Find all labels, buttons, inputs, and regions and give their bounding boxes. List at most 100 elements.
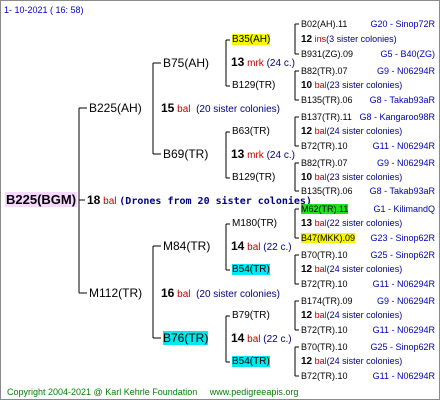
gen4-info-6: 12 bal(24 sister colonies)	[301, 263, 402, 276]
gen4-info-7: 12 bal(24 sister colonies)	[301, 309, 402, 322]
gen4-mark: ins	[314, 34, 327, 44]
gen4-mark: bal	[314, 80, 327, 90]
gen3-sister-count: (24 c.)	[266, 150, 295, 161]
gen4-mark: bal	[314, 264, 327, 274]
gen5-queen-10-name: B47(MKK).09	[301, 233, 356, 243]
gen4-info-3: 12 bal(24 sister colonies)	[301, 125, 402, 138]
gen4-number: 12	[301, 126, 313, 137]
gen5-queen-13[interactable]: B174(TR).09	[301, 295, 353, 308]
footer-site-link[interactable]: www.pedigreeapis.org	[210, 387, 299, 397]
gen4-mark: bal	[314, 172, 327, 182]
gen4-queen-1[interactable]: B35(AH)	[232, 33, 271, 46]
gen5-queen-1[interactable]: B02(AH).11	[301, 18, 347, 31]
gen4-info-8: 12 bal(24 sister colonies)	[301, 355, 402, 368]
gen4-queen-1-name: B35(AH)	[232, 34, 271, 45]
gen5-queen-3[interactable]: B82(TR).07	[301, 65, 348, 78]
gen5-colony-12: G11 - N06294R	[372, 279, 435, 289]
gen2-queen-1[interactable]: B225(AH)	[89, 102, 142, 115]
gen4-sister-colonies: (24 sister colonies)	[326, 356, 403, 366]
gen3-mark: mrk	[247, 58, 264, 69]
gen5-queen-15[interactable]: B70(TR).10	[301, 341, 348, 354]
gen5-queen-14[interactable]: B72(TR).10	[301, 324, 348, 337]
gen4-mark: bal	[314, 310, 327, 320]
gen4-queen-7[interactable]: B79(TR)	[232, 309, 270, 322]
gen4-sister-colonies: (24 sister colonies)	[326, 126, 403, 136]
gen4-number: 12	[301, 264, 313, 275]
gen2-info-2: 16 bal (20 sister colonies)	[161, 287, 280, 301]
gen5-colony-9: G1 - KilimandQ	[373, 204, 435, 214]
gen4-number: 12	[301, 356, 313, 367]
gen4-mark: bal	[314, 218, 327, 228]
gen2-sister-colonies: (20 sister colonies)	[196, 104, 280, 115]
footer-copyright: Copyright 2004-2021 @ Karl Kehrle Founda…	[7, 387, 198, 397]
gen4-queen-5[interactable]: M180(TR)	[232, 217, 277, 230]
gen2-bal-mark: bal	[177, 104, 191, 115]
gen3-queen-4[interactable]: B76(TR)	[163, 331, 209, 345]
gen4-queen-2[interactable]: B129(TR)	[232, 79, 275, 92]
gen3-mark: mrk	[247, 150, 264, 161]
pedigree-frame: 1- 10-2021 ( 16: 58) B225(BGM) 18 bal (D…	[0, 0, 440, 400]
gen5-queen-9-name: M62(TR).11	[301, 204, 349, 214]
gen4-queen-8-name: B54(TR)	[232, 356, 270, 367]
gen3-mark: bal	[247, 242, 261, 253]
gen4-info-4: 10 bal(23 sister colonies)	[301, 171, 402, 184]
gen4-number: 10	[301, 172, 313, 183]
gen5-colony-16: G11 - N06294R	[372, 371, 435, 381]
gen4-sister-colonies: (22 sister colonies)	[326, 218, 403, 228]
gen2-number: 15	[161, 101, 175, 115]
print-date: 1- 10-2021 ( 16: 58)	[4, 5, 84, 15]
gen3-mark: bal	[247, 334, 261, 345]
gen3-info-2: 13 mrk (24 c.)	[231, 148, 295, 162]
root-queen[interactable]: B225(BGM)	[5, 192, 78, 207]
gen4-number: 12	[301, 34, 313, 45]
gen4-info-1: 12 ins(3 sister colonies)	[301, 33, 397, 46]
root-queen-name: B225(BGM)	[5, 192, 78, 207]
root-drone-info: 18 bal (Drones from 20 sister colonies)	[87, 194, 312, 208]
gen4-queen-8[interactable]: B54(TR)	[232, 355, 270, 368]
gen5-queen-5[interactable]: B137(TR).11	[301, 111, 352, 124]
gen3-number: 14	[231, 239, 245, 253]
gen4-info-5: 13 bal(22 sister colonies)	[301, 217, 402, 230]
gen5-queen-11[interactable]: B70(TR).10	[301, 249, 348, 262]
gen5-colony-5: G8 - Kangaroo98R	[359, 112, 435, 122]
gen2-info-1: 15 bal (20 sister colonies)	[161, 102, 280, 116]
gen2-queen-2[interactable]: M112(TR)	[89, 287, 142, 300]
gen5-queen-4[interactable]: B135(TR).06	[301, 94, 353, 107]
gen5-colony-11: G25 - Sinop62R	[370, 250, 435, 260]
gen3-number: 14	[231, 331, 245, 345]
gen5-colony-10: G23 - Sinop62R	[370, 233, 435, 243]
root-bal-mark: bal	[103, 196, 117, 207]
gen2-number: 16	[161, 286, 175, 300]
gen5-queen-2[interactable]: B931(ZG).09	[301, 48, 353, 61]
gen5-colony-6: G11 - N06294R	[372, 141, 435, 151]
gen4-sister-colonies: (24 sister colonies)	[326, 264, 403, 274]
gen2-sister-colonies: (20 sister colonies)	[196, 289, 280, 300]
gen3-queen-2[interactable]: B69(TR)	[163, 148, 208, 161]
gen5-colony-8: G8 - Takab93aR	[369, 186, 435, 196]
gen5-queen-7[interactable]: B82(TR).07	[301, 157, 348, 170]
gen4-queen-3[interactable]: B63(TR)	[232, 125, 270, 138]
root-drones-label: (Drones from 20 sister colonies)	[119, 196, 312, 207]
gen3-queen-1[interactable]: B75(AH)	[163, 57, 209, 70]
gen4-sister-colonies: (23 sister colonies)	[326, 80, 403, 90]
gen4-queen-4[interactable]: B129(TR)	[232, 171, 275, 184]
gen5-colony-1: G20 - Sinop72R	[370, 19, 435, 29]
gen5-colony-14: G11 - N06294R	[372, 325, 435, 335]
gen5-queen-12[interactable]: B72(TR).10	[301, 278, 348, 291]
gen3-info-3: 14 bal (22 c.)	[231, 240, 292, 254]
gen5-queen-16[interactable]: B72(TR).10	[301, 370, 348, 383]
root-number: 18	[87, 193, 101, 207]
gen3-info-4: 14 bal (22 c.)	[231, 332, 292, 346]
gen5-queen-6[interactable]: B72(TR).10	[301, 140, 348, 153]
gen3-number: 13	[231, 147, 245, 161]
gen3-sister-count: (24 c.)	[266, 58, 295, 69]
gen4-mark: bal	[314, 126, 327, 136]
gen5-queen-9[interactable]: M62(TR).11	[301, 203, 349, 216]
gen2-bal-mark: bal	[177, 289, 191, 300]
gen4-mark: bal	[314, 356, 327, 366]
gen3-queen-3[interactable]: M84(TR)	[163, 240, 210, 253]
gen4-queen-6[interactable]: B54(TR)	[232, 263, 270, 276]
gen5-queen-8[interactable]: B135(TR).06	[301, 185, 353, 198]
gen5-colony-2: G5 - B40(ZG)	[380, 49, 435, 59]
gen5-queen-10[interactable]: B47(MKK).09	[301, 232, 356, 245]
